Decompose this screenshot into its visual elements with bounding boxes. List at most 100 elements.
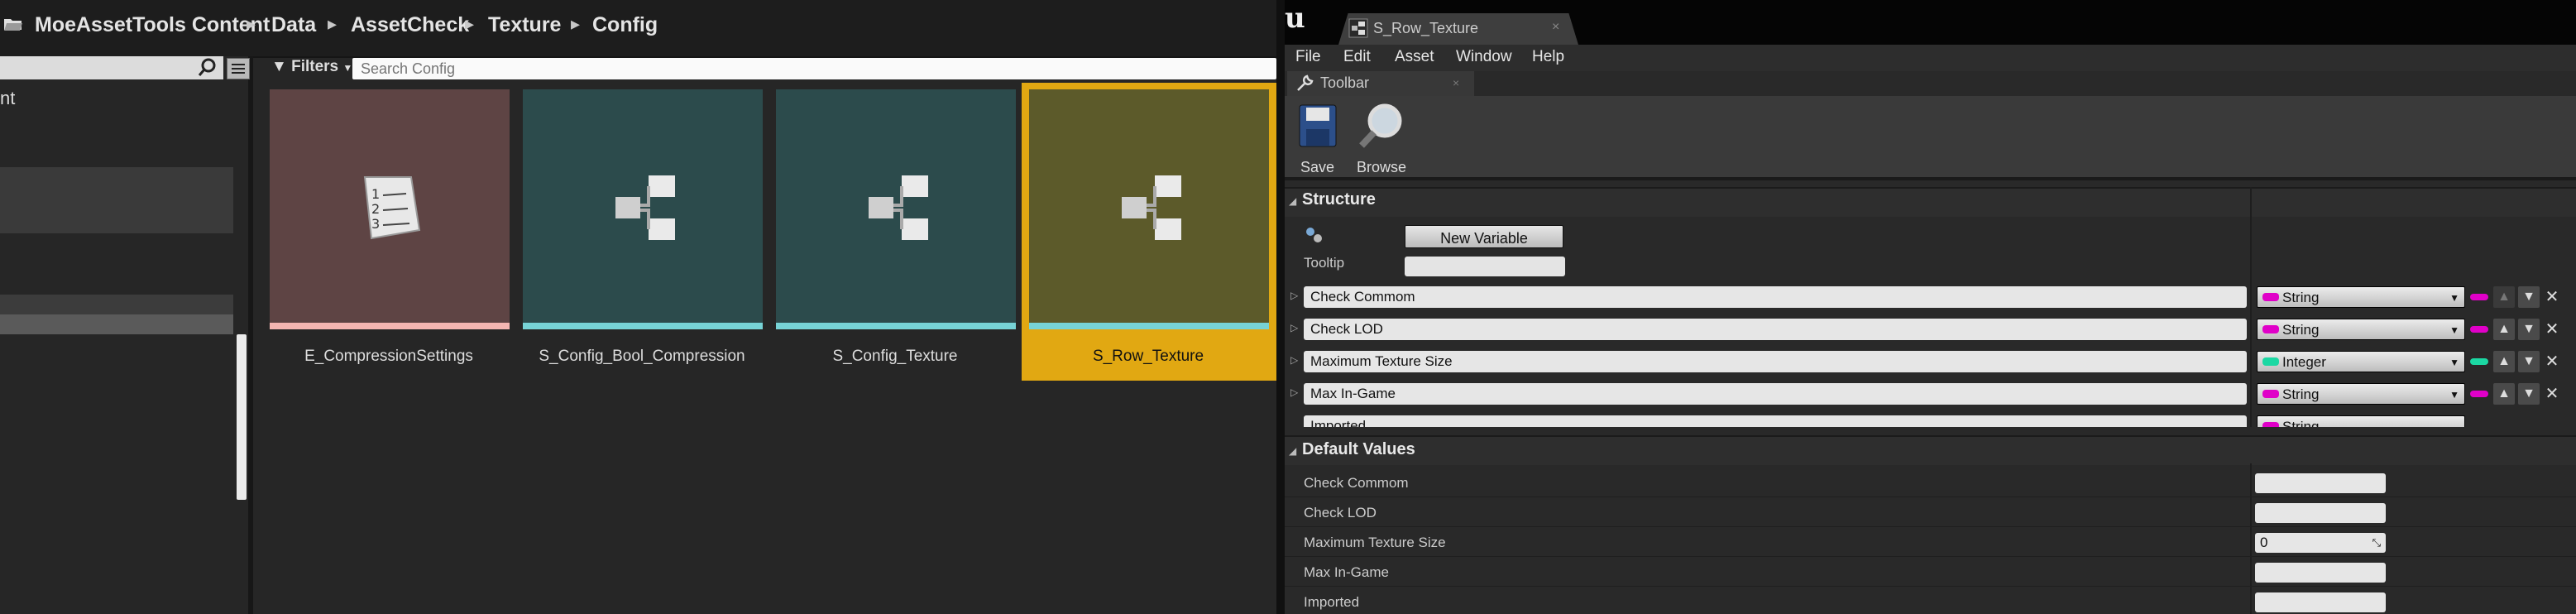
list-view-icon[interactable] [227,58,250,79]
struct-icon [612,172,678,247]
asset-type-bar [523,323,763,329]
variable-name-input[interactable]: Check LOD [1304,319,2247,340]
default-value-input[interactable] [2255,473,2386,493]
menu-file[interactable]: File [1295,48,1321,66]
asset-tile-e-compressionsettings[interactable]: 123 [270,89,510,329]
breadcrumb-item-assetcheck[interactable]: AssetCheck [351,13,469,37]
menu-asset[interactable]: Asset [1395,48,1434,66]
expand-arrow-icon[interactable]: ▷ [1290,290,1298,301]
column-divider[interactable] [2250,463,2252,614]
asset-name: S_Config_Bool_Compression [539,348,745,365]
move-down-icon[interactable]: ▼ [2518,319,2540,340]
default-value-number: 0 [2260,535,2268,550]
row-divider [1285,556,2576,557]
close-tab-icon[interactable]: × [1552,20,1559,35]
remove-variable-icon[interactable]: ✕ [2541,383,2563,405]
type-pin-icon [2470,391,2488,397]
save-label: Save [1300,159,1335,175]
expand-arrow-icon[interactable]: ▷ [1290,354,1298,366]
collapse-triangle-icon[interactable]: ◢ [1289,445,1296,457]
asset-type-bar [776,323,1016,329]
asset-tile-s-row-texture[interactable] [1029,89,1269,329]
toolbar-tab-label: Toolbar [1320,74,1370,91]
move-up-icon[interactable]: ▲ [2493,383,2515,405]
toolbar-tab[interactable] [1287,71,1474,96]
browse-icon [1358,103,1405,153]
filters-button[interactable]: ▼ Filters ▼ [271,58,352,76]
breadcrumb-item-data[interactable]: Data [271,13,316,37]
asset-search-input[interactable] [352,58,1276,79]
drag-resize-icon[interactable]: ⤡ [2373,533,2381,553]
default-name: Maximum Texture Size [1304,535,1446,550]
asset-tile-s-config-bool-compression[interactable] [523,89,763,329]
filters-label: Filters [291,58,339,75]
expand-arrow-icon[interactable]: ▷ [1290,322,1298,333]
asset-tile-s-config-texture[interactable] [776,89,1016,329]
search-icon[interactable] [197,56,222,79]
move-down-icon[interactable]: ▼ [2518,351,2540,372]
breadcrumb-item-texture[interactable]: Texture [488,13,561,37]
type-color-swatch [2262,390,2279,398]
move-up-icon[interactable]: ▲ [2493,351,2515,372]
toolbar [1285,96,2576,180]
variable-name-input[interactable]: Maximum Texture Size [1304,351,2247,372]
default-value-input[interactable] [2255,592,2386,612]
chevron-right-icon[interactable]: ▸ [328,13,337,35]
default-name: Max In-Game [1304,564,1389,580]
variable-type-dropdown[interactable]: String ▼ [2257,286,2465,308]
move-up-icon[interactable]: ▲ [2493,286,2515,308]
default-values-header[interactable] [1285,435,2576,465]
variable-name-input[interactable]: Imported [1304,415,2247,427]
scrollbar[interactable] [237,334,247,500]
variable-name-input[interactable]: Max In-Game [1304,383,2247,405]
tree-item-label[interactable]: nt [0,88,15,109]
move-down-icon[interactable]: ▼ [2518,286,2540,308]
breadcrumb-item-content-root[interactable]: MoeAssetTools Content [35,13,270,37]
variable-type-dropdown[interactable]: String ▼ [2257,383,2465,405]
chevron-right-icon[interactable]: ▸ [247,13,256,35]
menu-edit[interactable]: Edit [1343,48,1371,66]
variable-type-dropdown[interactable]: String [2257,415,2465,427]
variable-type-label: String [2282,290,2320,305]
enum-list-icon: 123 [357,170,426,242]
save-icon [1299,104,1337,151]
breadcrumb-item-config[interactable]: Config [592,13,658,37]
chevron-right-icon[interactable]: ▸ [571,13,580,35]
default-name: Check Commom [1304,475,1409,491]
variable-type-label: String [2282,386,2320,402]
menu-help[interactable]: Help [1532,48,1564,66]
default-value-input[interactable] [2255,503,2386,523]
default-values-label: Default Values [1302,440,1415,458]
tree-item[interactable] [0,295,233,314]
remove-variable-icon[interactable]: ✕ [2541,319,2563,340]
tree-item-selected[interactable] [0,314,233,334]
variable-row-clipped: Imported String [1285,415,2576,427]
variable-type-label: String [2282,322,2320,338]
move-down-icon[interactable]: ▼ [2518,383,2540,405]
sources-search-input[interactable] [0,56,223,79]
struct-icon [1118,172,1185,247]
struct-icon [865,172,931,247]
chevron-right-icon[interactable]: ▸ [465,13,474,35]
remove-variable-icon[interactable]: ✕ [2541,351,2563,372]
chevron-down-icon: ▼ [2449,292,2459,304]
menu-window[interactable]: Window [1456,48,1512,66]
close-tab-icon[interactable]: × [1453,76,1459,89]
type-color-swatch [2262,357,2279,366]
asset-search-field[interactable] [352,58,1276,79]
variable-type-dropdown[interactable]: Integer ▼ [2257,351,2465,372]
default-value-input[interactable] [2255,563,2386,583]
variable-type-dropdown[interactable]: String ▼ [2257,319,2465,340]
tree-item-highlight[interactable] [0,167,233,233]
new-variable-button[interactable]: New Variable [1405,225,1563,248]
tooltip-input[interactable] [1405,257,1565,276]
expand-arrow-icon[interactable]: ▷ [1290,386,1298,398]
type-pin-icon [2470,358,2488,365]
structure-header[interactable] [1285,187,2576,217]
variable-name-input[interactable]: Check Commom [1304,286,2247,308]
folder-icon[interactable] [3,17,22,31]
move-up-icon[interactable]: ▲ [2493,319,2515,340]
default-value-spinbox[interactable]: 0 ⤡ [2255,533,2386,553]
remove-variable-icon[interactable]: ✕ [2541,286,2563,308]
collapse-triangle-icon[interactable]: ◢ [1289,195,1296,207]
